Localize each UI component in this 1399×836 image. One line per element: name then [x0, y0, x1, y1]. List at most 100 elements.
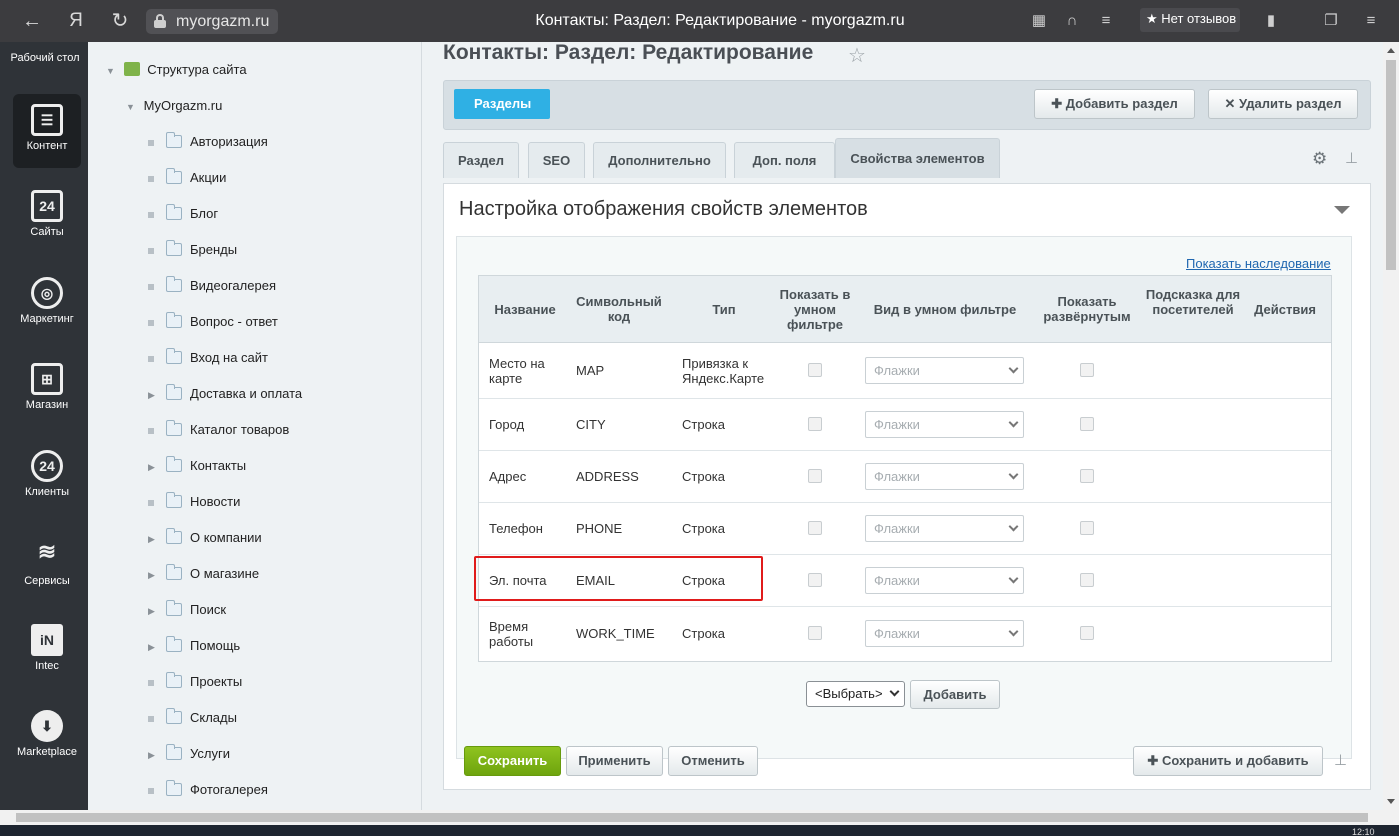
tab-additional[interactable]: Дополнительно	[593, 142, 726, 178]
headphones-icon[interactable]: ∩	[1061, 10, 1083, 32]
show-expanded-checkbox[interactable]	[1080, 469, 1094, 483]
tab-seo[interactable]: SEO	[528, 142, 585, 178]
tree-item[interactable]: ▶ Контакты	[148, 456, 246, 478]
bookmark-icon[interactable]: ▮	[1260, 10, 1282, 32]
rail-desktop[interactable]: Рабочий стол	[10, 52, 80, 65]
scroll-down-icon[interactable]	[1387, 799, 1395, 804]
show-expanded-checkbox[interactable]	[1080, 573, 1094, 587]
chevron-down-icon[interactable]: ▼	[106, 66, 116, 76]
tree-item[interactable]: ▶ Помощь	[148, 636, 240, 658]
rail-item-clients[interactable]: 24 Клиенты	[12, 450, 82, 498]
chevron-right-icon[interactable]: ▶	[148, 570, 158, 581]
chevron-right-icon[interactable]: ▶	[148, 390, 158, 401]
tree-item[interactable]: Видеогалерея	[148, 276, 276, 298]
rail-item-sites[interactable]: 24 Сайты	[12, 190, 82, 238]
tree-item[interactable]: Вход на сайт	[148, 348, 268, 370]
translate-icon[interactable]: ▦	[1028, 10, 1050, 32]
chevron-down-icon[interactable]: ▼	[126, 102, 136, 112]
tab-element-properties[interactable]: Свойства элементов	[835, 138, 1000, 178]
horizontal-scrollbar[interactable]	[0, 810, 1399, 825]
tree-item[interactable]: Акции	[148, 168, 226, 190]
sections-button[interactable]: Разделы	[454, 89, 550, 119]
chevron-right-icon[interactable]: ▶	[148, 534, 158, 545]
tree-item[interactable]: Склады	[148, 708, 237, 730]
vertical-scrollbar[interactable]	[1383, 42, 1399, 810]
select-value: Флажки	[874, 469, 920, 484]
collapse-icon[interactable]	[1334, 206, 1350, 214]
tree-site[interactable]: ▼ MyOrgazm.ru	[126, 98, 222, 118]
tree-item[interactable]: Фотогалерея	[148, 780, 268, 802]
cancel-button[interactable]: Отменить	[668, 746, 758, 776]
show-expanded-checkbox[interactable]	[1080, 625, 1094, 640]
show-in-filter-checkbox[interactable]	[808, 469, 822, 483]
apply-button[interactable]: Применить	[566, 746, 663, 776]
layers-icon: ≋	[37, 539, 57, 564]
add-property-select[interactable]: <Выбрать>	[806, 681, 905, 707]
show-in-filter-checkbox[interactable]	[808, 363, 822, 377]
tree-item[interactable]: ▶ Услуги	[148, 744, 230, 766]
rail-item-services[interactable]: ≋ Сервисы	[12, 539, 82, 587]
filter-view-select[interactable]: Флажки	[865, 567, 1024, 594]
show-in-filter-checkbox[interactable]	[808, 625, 822, 640]
filter-view-select[interactable]: Флажки	[865, 463, 1024, 490]
chevron-right-icon[interactable]: ▶	[148, 462, 158, 473]
gear-icon[interactable]: ⚙	[1312, 149, 1327, 169]
save-button[interactable]: Сохранить	[464, 746, 561, 776]
tree-root[interactable]: ▼ Структура сайта	[106, 62, 247, 82]
folder-icon	[166, 780, 182, 796]
save-and-add-button[interactable]: ✚ Сохранить и добавить	[1133, 746, 1323, 776]
rail-item-shop[interactable]: ⊞ Магазин	[12, 363, 82, 411]
tree-item[interactable]: Авторизация	[148, 132, 268, 154]
chevron-right-icon[interactable]: ▶	[148, 606, 158, 617]
rail-item-label: Сервисы	[24, 575, 70, 587]
tree-item[interactable]: ▶ Доставка и оплата	[148, 384, 302, 406]
tab-extra-fields[interactable]: Доп. поля	[734, 142, 835, 178]
menu-icon[interactable]: ≡	[1360, 10, 1382, 32]
tree-item[interactable]: Новости	[148, 492, 240, 514]
filter-view-select[interactable]: Флажки	[865, 619, 1024, 647]
tree-item[interactable]: ▶ О магазине	[148, 564, 259, 586]
reload-icon[interactable]: ↻	[107, 8, 133, 34]
show-expanded-checkbox[interactable]	[1080, 521, 1094, 535]
pin-icon[interactable]: ⊥	[1345, 149, 1358, 167]
rail-item-marketing[interactable]: ◎ Маркетинг	[12, 277, 82, 325]
back-icon[interactable]: ←	[19, 8, 45, 34]
show-expanded-checkbox[interactable]	[1080, 417, 1094, 431]
tree-item[interactable]: Проекты	[148, 672, 242, 694]
tree-item[interactable]: Каталог товаров	[148, 420, 289, 442]
scroll-up-icon[interactable]	[1387, 48, 1395, 53]
rail-item-content[interactable]: ☰ Контент	[13, 94, 81, 168]
yandex-logo-icon[interactable]: Я	[63, 8, 89, 34]
pin-icon[interactable]: ⊥	[1334, 751, 1347, 769]
reviews-badge[interactable]: ★ Нет отзывов	[1140, 8, 1240, 32]
show-expanded-checkbox[interactable]	[1080, 363, 1094, 377]
show-inheritance-link[interactable]: Показать наследование	[1186, 256, 1331, 271]
rail-item-intec[interactable]: iN Intec	[12, 624, 82, 672]
address-bar[interactable]: myorgazm.ru	[146, 9, 278, 34]
delete-section-button[interactable]: ✕ Удалить раздел	[1208, 89, 1358, 119]
add-property-button[interactable]: Добавить	[910, 680, 1000, 709]
add-section-button[interactable]: ✚ Добавить раздел	[1034, 89, 1195, 119]
reader-icon[interactable]: ≡	[1095, 10, 1117, 32]
show-in-filter-checkbox[interactable]	[808, 521, 822, 535]
chevron-right-icon[interactable]: ▶	[148, 750, 158, 761]
chevron-right-icon[interactable]: ▶	[148, 642, 158, 653]
tree-item[interactable]: Блог	[148, 204, 218, 226]
favorite-star-icon[interactable]: ☆	[848, 43, 866, 68]
tree-item[interactable]: Вопрос - ответ	[148, 312, 278, 334]
scroll-thumb[interactable]	[1386, 60, 1396, 270]
filter-view-select[interactable]: Флажки	[865, 411, 1024, 438]
filter-view-select[interactable]: Флажки	[865, 515, 1024, 542]
tab-section[interactable]: Раздел	[443, 142, 519, 178]
filter-view-select[interactable]: Флажки	[865, 357, 1024, 384]
basket-icon: ⊞	[31, 363, 63, 395]
show-in-filter-checkbox[interactable]	[808, 573, 822, 587]
show-in-filter-checkbox[interactable]	[808, 417, 822, 431]
tree-item[interactable]: Бренды	[148, 240, 237, 262]
bullet-icon	[148, 319, 154, 326]
collections-icon[interactable]: ❐	[1320, 10, 1342, 32]
tree-item[interactable]: ▶ Поиск	[148, 600, 226, 622]
tree-item[interactable]: ▶ О компании	[148, 528, 262, 550]
scroll-thumb[interactable]	[16, 813, 1368, 822]
rail-item-marketplace[interactable]: ⬇ Marketplace	[12, 710, 82, 758]
